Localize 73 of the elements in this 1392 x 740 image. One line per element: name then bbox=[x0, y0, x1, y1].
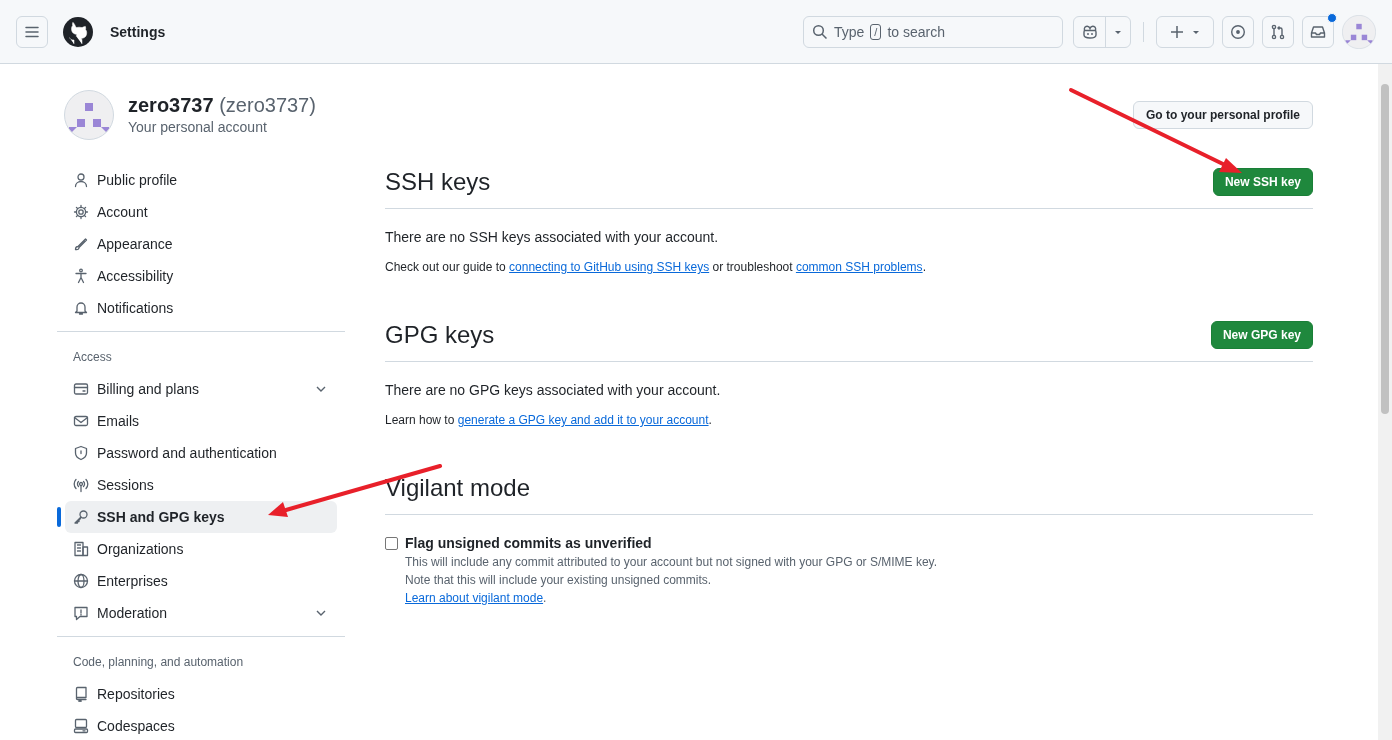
bell-icon bbox=[73, 300, 89, 316]
sidebar-heading: Access bbox=[72, 349, 113, 366]
sidebar-item[interactable]: Appearance bbox=[65, 228, 337, 260]
empty-message: There are no SSH keys associated with your account. bbox=[385, 228, 720, 247]
robot-face-icon bbox=[1081, 23, 1098, 40]
checkbox[interactable] bbox=[385, 536, 398, 550]
checkbox-label: Flag unsigned commits as unverified bbox=[405, 534, 652, 553]
issues-button[interactable] bbox=[1222, 15, 1254, 48]
sidebar-item[interactable]: Accessibility bbox=[65, 260, 337, 292]
credit-card-icon bbox=[73, 381, 89, 397]
person-icon bbox=[73, 172, 89, 188]
help-link[interactable]: common SSH problems bbox=[795, 260, 923, 274]
sidebar-item[interactable]: Billing and plans bbox=[65, 373, 337, 405]
personal-profile-button[interactable]: Go to your personal profile bbox=[1133, 101, 1313, 129]
punctuation: . bbox=[543, 591, 547, 605]
shortcut-key: / bbox=[870, 23, 882, 40]
empty-message: There are no GPG keys associated with your account. bbox=[385, 381, 722, 400]
accessibility-icon bbox=[73, 268, 89, 284]
broadcast-icon bbox=[73, 477, 89, 493]
sidebar-item[interactable]: Notifications bbox=[65, 292, 337, 324]
help-text: Check out our guide to connecting to GitHub using SSH keys or troubleshoot common SSH problems. bbox=[385, 259, 927, 276]
building-icon bbox=[73, 541, 89, 557]
help-link[interactable]: connecting to GitHub using SSH keys bbox=[509, 260, 710, 274]
new-key-button[interactable]: New GPG key bbox=[1210, 321, 1313, 349]
search-icon bbox=[812, 23, 828, 40]
search-hint: to search bbox=[887, 23, 945, 40]
sidebar-item[interactable]: Sessions bbox=[65, 469, 337, 501]
settings-icon bbox=[73, 204, 89, 220]
sidebar-item[interactable]: Moderation bbox=[65, 597, 337, 629]
new-key-button[interactable]: New SSH key bbox=[1212, 168, 1313, 196]
sidebar-item[interactable]: Enterprises bbox=[65, 565, 337, 597]
selection-bar bbox=[57, 507, 61, 527]
sidebar-item[interactable]: Codespaces bbox=[65, 710, 337, 740]
section-heading: GPG keys bbox=[385, 320, 495, 350]
shield-icon bbox=[73, 445, 89, 461]
inbox-icon bbox=[1310, 23, 1326, 40]
scrollbar[interactable] bbox=[1378, 64, 1392, 740]
sidebar-item[interactable]: Public profile bbox=[65, 164, 337, 196]
page-title: Settings bbox=[110, 23, 167, 40]
identicon-avatar[interactable] bbox=[64, 90, 114, 140]
key-icon bbox=[73, 509, 89, 525]
pull-requests-button[interactable] bbox=[1262, 15, 1294, 48]
inbox-button[interactable] bbox=[1302, 15, 1334, 48]
identicon-avatar[interactable] bbox=[1342, 14, 1376, 49]
sidebar-item[interactable]: Repositories bbox=[65, 678, 337, 710]
section-heading: SSH keys bbox=[385, 167, 491, 197]
speech-bubble-icon bbox=[73, 605, 89, 621]
option-description: Note that this will include your existing unsigned commits. bbox=[405, 572, 713, 589]
account-subtitle: Your personal account bbox=[128, 118, 268, 137]
account-name: zero3737 (zero3737) bbox=[128, 93, 316, 117]
monitor-icon bbox=[73, 718, 89, 734]
sidebar-item[interactable]: Emails bbox=[65, 405, 337, 437]
sidebar-heading: Code, planning, and automation bbox=[72, 654, 245, 671]
option-description: This will include any commit attributed to your account but not signed with your GPG or S/MIME key. bbox=[405, 554, 938, 571]
create-new-button[interactable] bbox=[1156, 15, 1214, 48]
pull-request-icon bbox=[1270, 23, 1286, 40]
search-hint: Type bbox=[834, 23, 865, 40]
plus-icon bbox=[1169, 23, 1185, 40]
envelope-icon bbox=[73, 413, 89, 429]
paintbrush-icon bbox=[73, 236, 89, 252]
menu-button[interactable] bbox=[16, 15, 48, 48]
copilot-button[interactable] bbox=[1073, 15, 1131, 48]
repository-icon bbox=[73, 686, 89, 702]
circle-dot-icon bbox=[1230, 23, 1246, 40]
section-heading: Vigilant mode bbox=[385, 473, 530, 503]
octocat-logo-icon[interactable] bbox=[62, 15, 94, 48]
search-field[interactable]: Type / to search bbox=[803, 15, 1063, 48]
sidebar-item[interactable]: Password and authentication bbox=[65, 437, 337, 469]
globe-icon bbox=[73, 573, 89, 589]
help-text: Learn how to generate a GPG key and add it to your account. bbox=[385, 412, 713, 429]
sidebar-item[interactable]: Account bbox=[65, 196, 337, 228]
help-link[interactable]: generate a GPG key and add it to your account bbox=[457, 413, 709, 427]
sidebar-item[interactable]: Organizations bbox=[65, 533, 337, 565]
